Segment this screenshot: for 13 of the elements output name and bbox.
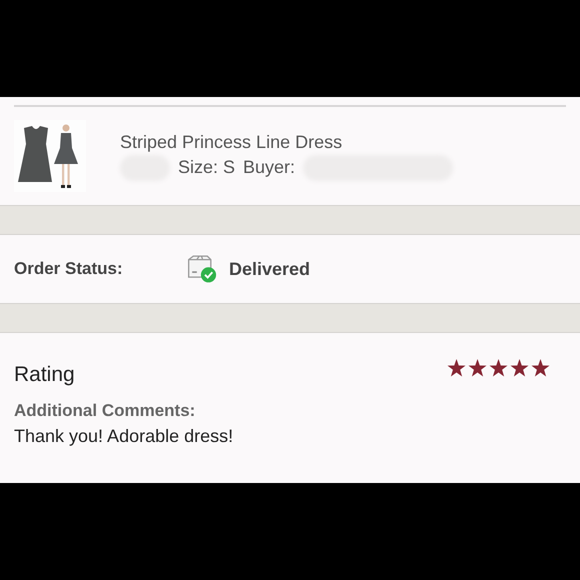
star-icon — [489, 359, 508, 377]
size-label: Size: S — [178, 157, 236, 178]
comments-label: Additional Comments: — [14, 401, 196, 421]
star-icon — [468, 359, 487, 377]
star-icon — [531, 359, 550, 377]
order-status-value: Delivered — [229, 258, 310, 280]
rating-title: Rating — [14, 363, 75, 387]
order-status-label: Order Status: — [14, 259, 124, 279]
star-icon — [510, 359, 529, 377]
comment-text: Thank you! Adorable dress! — [14, 426, 234, 447]
item-title: Striped Princess Line Dress — [120, 132, 344, 152]
star-icon — [447, 359, 466, 377]
buyer-label: Buyer: — [243, 157, 296, 178]
